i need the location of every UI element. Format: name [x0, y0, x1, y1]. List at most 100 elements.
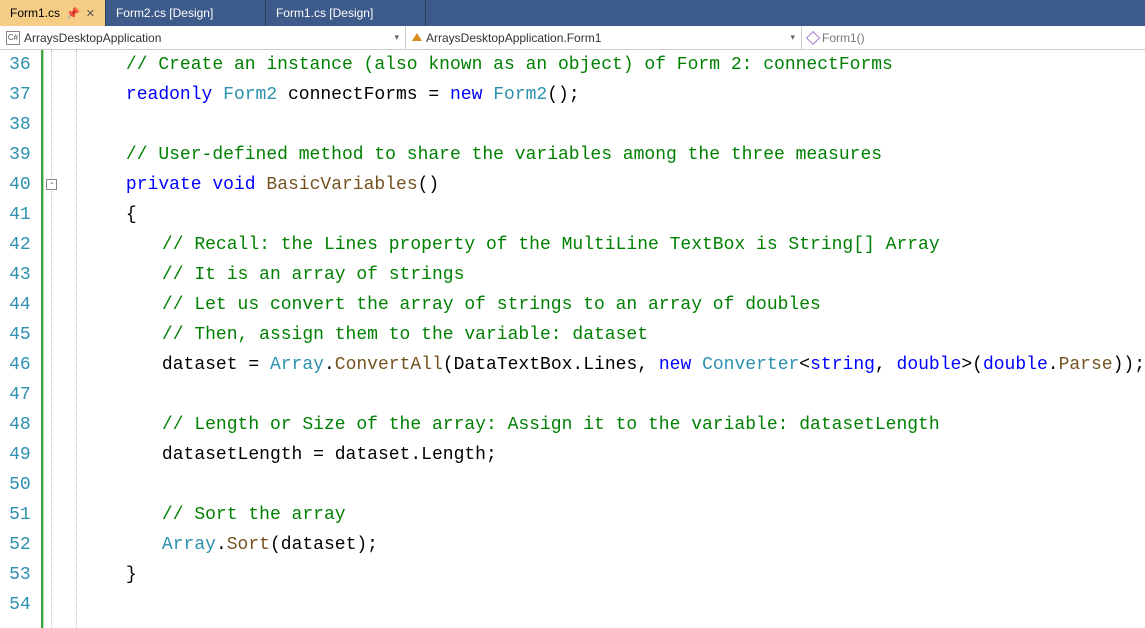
navigation-bar: C# ArraysDesktopApplication ▾ ArraysDesk…	[0, 26, 1145, 50]
tab-form1-design[interactable]: Form1.cs [Design]	[266, 0, 426, 26]
class-icon	[412, 33, 422, 41]
tab-bar: Form1.cs 📌 ✕ Form2.cs [Design] Form1.cs …	[0, 0, 1145, 26]
code-token: ();	[547, 85, 579, 105]
code-token: Array	[270, 355, 324, 375]
code-token: double	[897, 355, 962, 375]
code-token: Form2	[493, 85, 547, 105]
code-token: >(	[961, 355, 983, 375]
line-number: 52	[0, 530, 31, 560]
code-token	[202, 175, 213, 195]
code-line[interactable]: Array.Sort(dataset);	[54, 530, 1145, 560]
code-line[interactable]: datasetLength = dataset.Length;	[54, 440, 1145, 470]
line-number: 54	[0, 590, 31, 620]
line-number: 42	[0, 230, 31, 260]
code-token: ConvertAll	[335, 355, 443, 375]
code-token: // Length or Size of the array: Assign i…	[162, 415, 940, 435]
code-token: Converter	[702, 355, 799, 375]
member-label: Form1()	[822, 31, 865, 45]
code-line[interactable]: readonly Form2 connectForms = new Form2(…	[54, 80, 1145, 110]
code-token: string	[810, 355, 875, 375]
code-line[interactable]: // It is an array of strings	[54, 260, 1145, 290]
code-line[interactable]	[54, 380, 1145, 410]
line-number: 36	[0, 50, 31, 80]
tab-form1-cs[interactable]: Form1.cs 📌 ✕	[0, 0, 106, 26]
code-token: // Sort the array	[162, 505, 346, 525]
code-line[interactable]: // Length or Size of the array: Assign i…	[54, 410, 1145, 440]
code-token: (dataset);	[270, 535, 378, 555]
code-token: private	[126, 175, 202, 195]
code-token: .	[324, 355, 335, 375]
line-number: 39	[0, 140, 31, 170]
code-line[interactable]: // User-defined method to share the vari…	[54, 140, 1145, 170]
code-line[interactable]: // Recall: the Lines property of the Mul…	[54, 230, 1145, 260]
line-number: 43	[0, 260, 31, 290]
member-dropdown[interactable]: Form1()	[802, 26, 1145, 49]
code-line[interactable]: // Then, assign them to the variable: da…	[54, 320, 1145, 350]
code-line[interactable]: dataset = Array.ConvertAll(DataTextBox.L…	[54, 350, 1145, 380]
csharp-icon: C#	[6, 31, 20, 45]
tab-label: Form1.cs	[10, 6, 60, 20]
code-token: ()	[418, 175, 440, 195]
close-icon[interactable]: ✕	[86, 7, 95, 20]
line-number: 53	[0, 560, 31, 590]
code-token: // Then, assign them to the variable: da…	[162, 325, 648, 345]
tab-form2-design[interactable]: Form2.cs [Design]	[106, 0, 266, 26]
line-number-gutter: 36373839404142434445464748495051525354	[0, 50, 41, 628]
code-line[interactable]	[54, 590, 1145, 620]
line-number: 44	[0, 290, 31, 320]
code-token: // Recall: the Lines property of the Mul…	[162, 235, 940, 255]
code-line[interactable]: // Sort the array	[54, 500, 1145, 530]
line-number: 46	[0, 350, 31, 380]
code-line[interactable]: // Create an instance (also known as an …	[54, 50, 1145, 80]
code-token: double	[983, 355, 1048, 375]
code-token: BasicVariables	[266, 175, 417, 195]
line-number: 38	[0, 110, 31, 140]
tab-label: Form2.cs [Design]	[116, 6, 213, 20]
code-token: Parse	[1059, 355, 1113, 375]
code-token: ));	[1113, 355, 1145, 375]
code-token: new	[659, 355, 691, 375]
code-token: .	[216, 535, 227, 555]
code-token: Form2	[223, 85, 277, 105]
code-token: new	[450, 85, 482, 105]
namespace-dropdown[interactable]: C# ArraysDesktopApplication ▾	[0, 26, 406, 49]
line-number: 47	[0, 380, 31, 410]
code-token: Sort	[227, 535, 270, 555]
code-token: .	[1048, 355, 1059, 375]
code-token: datasetLength = dataset.Length;	[162, 445, 497, 465]
code-line[interactable]: }	[54, 560, 1145, 590]
code-token: // It is an array of strings	[162, 265, 464, 285]
tab-label: Form1.cs [Design]	[276, 6, 373, 20]
code-line[interactable]	[54, 470, 1145, 500]
code-token: }	[126, 565, 137, 585]
code-token: // Create an instance (also known as an …	[126, 55, 893, 75]
method-icon	[806, 30, 820, 44]
code-editor[interactable]: 36373839404142434445464748495051525354 -…	[0, 50, 1145, 628]
chevron-down-icon: ▾	[790, 32, 795, 43]
code-line[interactable]: private void BasicVariables()	[54, 170, 1145, 200]
code-area[interactable]: // Create an instance (also known as an …	[52, 50, 1145, 628]
pin-icon[interactable]: 📌	[66, 7, 80, 20]
code-token: {	[126, 205, 137, 225]
code-token	[212, 85, 223, 105]
code-token	[691, 355, 702, 375]
code-token: (DataTextBox.Lines,	[443, 355, 659, 375]
code-token: void	[212, 175, 255, 195]
line-number: 48	[0, 410, 31, 440]
code-line[interactable]	[54, 110, 1145, 140]
class-label: ArraysDesktopApplication.Form1	[426, 31, 601, 45]
line-number: 41	[0, 200, 31, 230]
code-line[interactable]: {	[54, 200, 1145, 230]
line-number: 49	[0, 440, 31, 470]
code-token: dataset =	[162, 355, 270, 375]
class-dropdown[interactable]: ArraysDesktopApplication.Form1 ▾	[406, 26, 802, 49]
code-token: readonly	[126, 85, 212, 105]
line-number: 50	[0, 470, 31, 500]
line-number: 51	[0, 500, 31, 530]
code-token: ,	[875, 355, 897, 375]
code-token: Array	[162, 535, 216, 555]
chevron-down-icon: ▾	[394, 32, 399, 43]
code-token	[256, 175, 267, 195]
code-line[interactable]: // Let us convert the array of strings t…	[54, 290, 1145, 320]
code-token: // User-defined method to share the vari…	[126, 145, 882, 165]
